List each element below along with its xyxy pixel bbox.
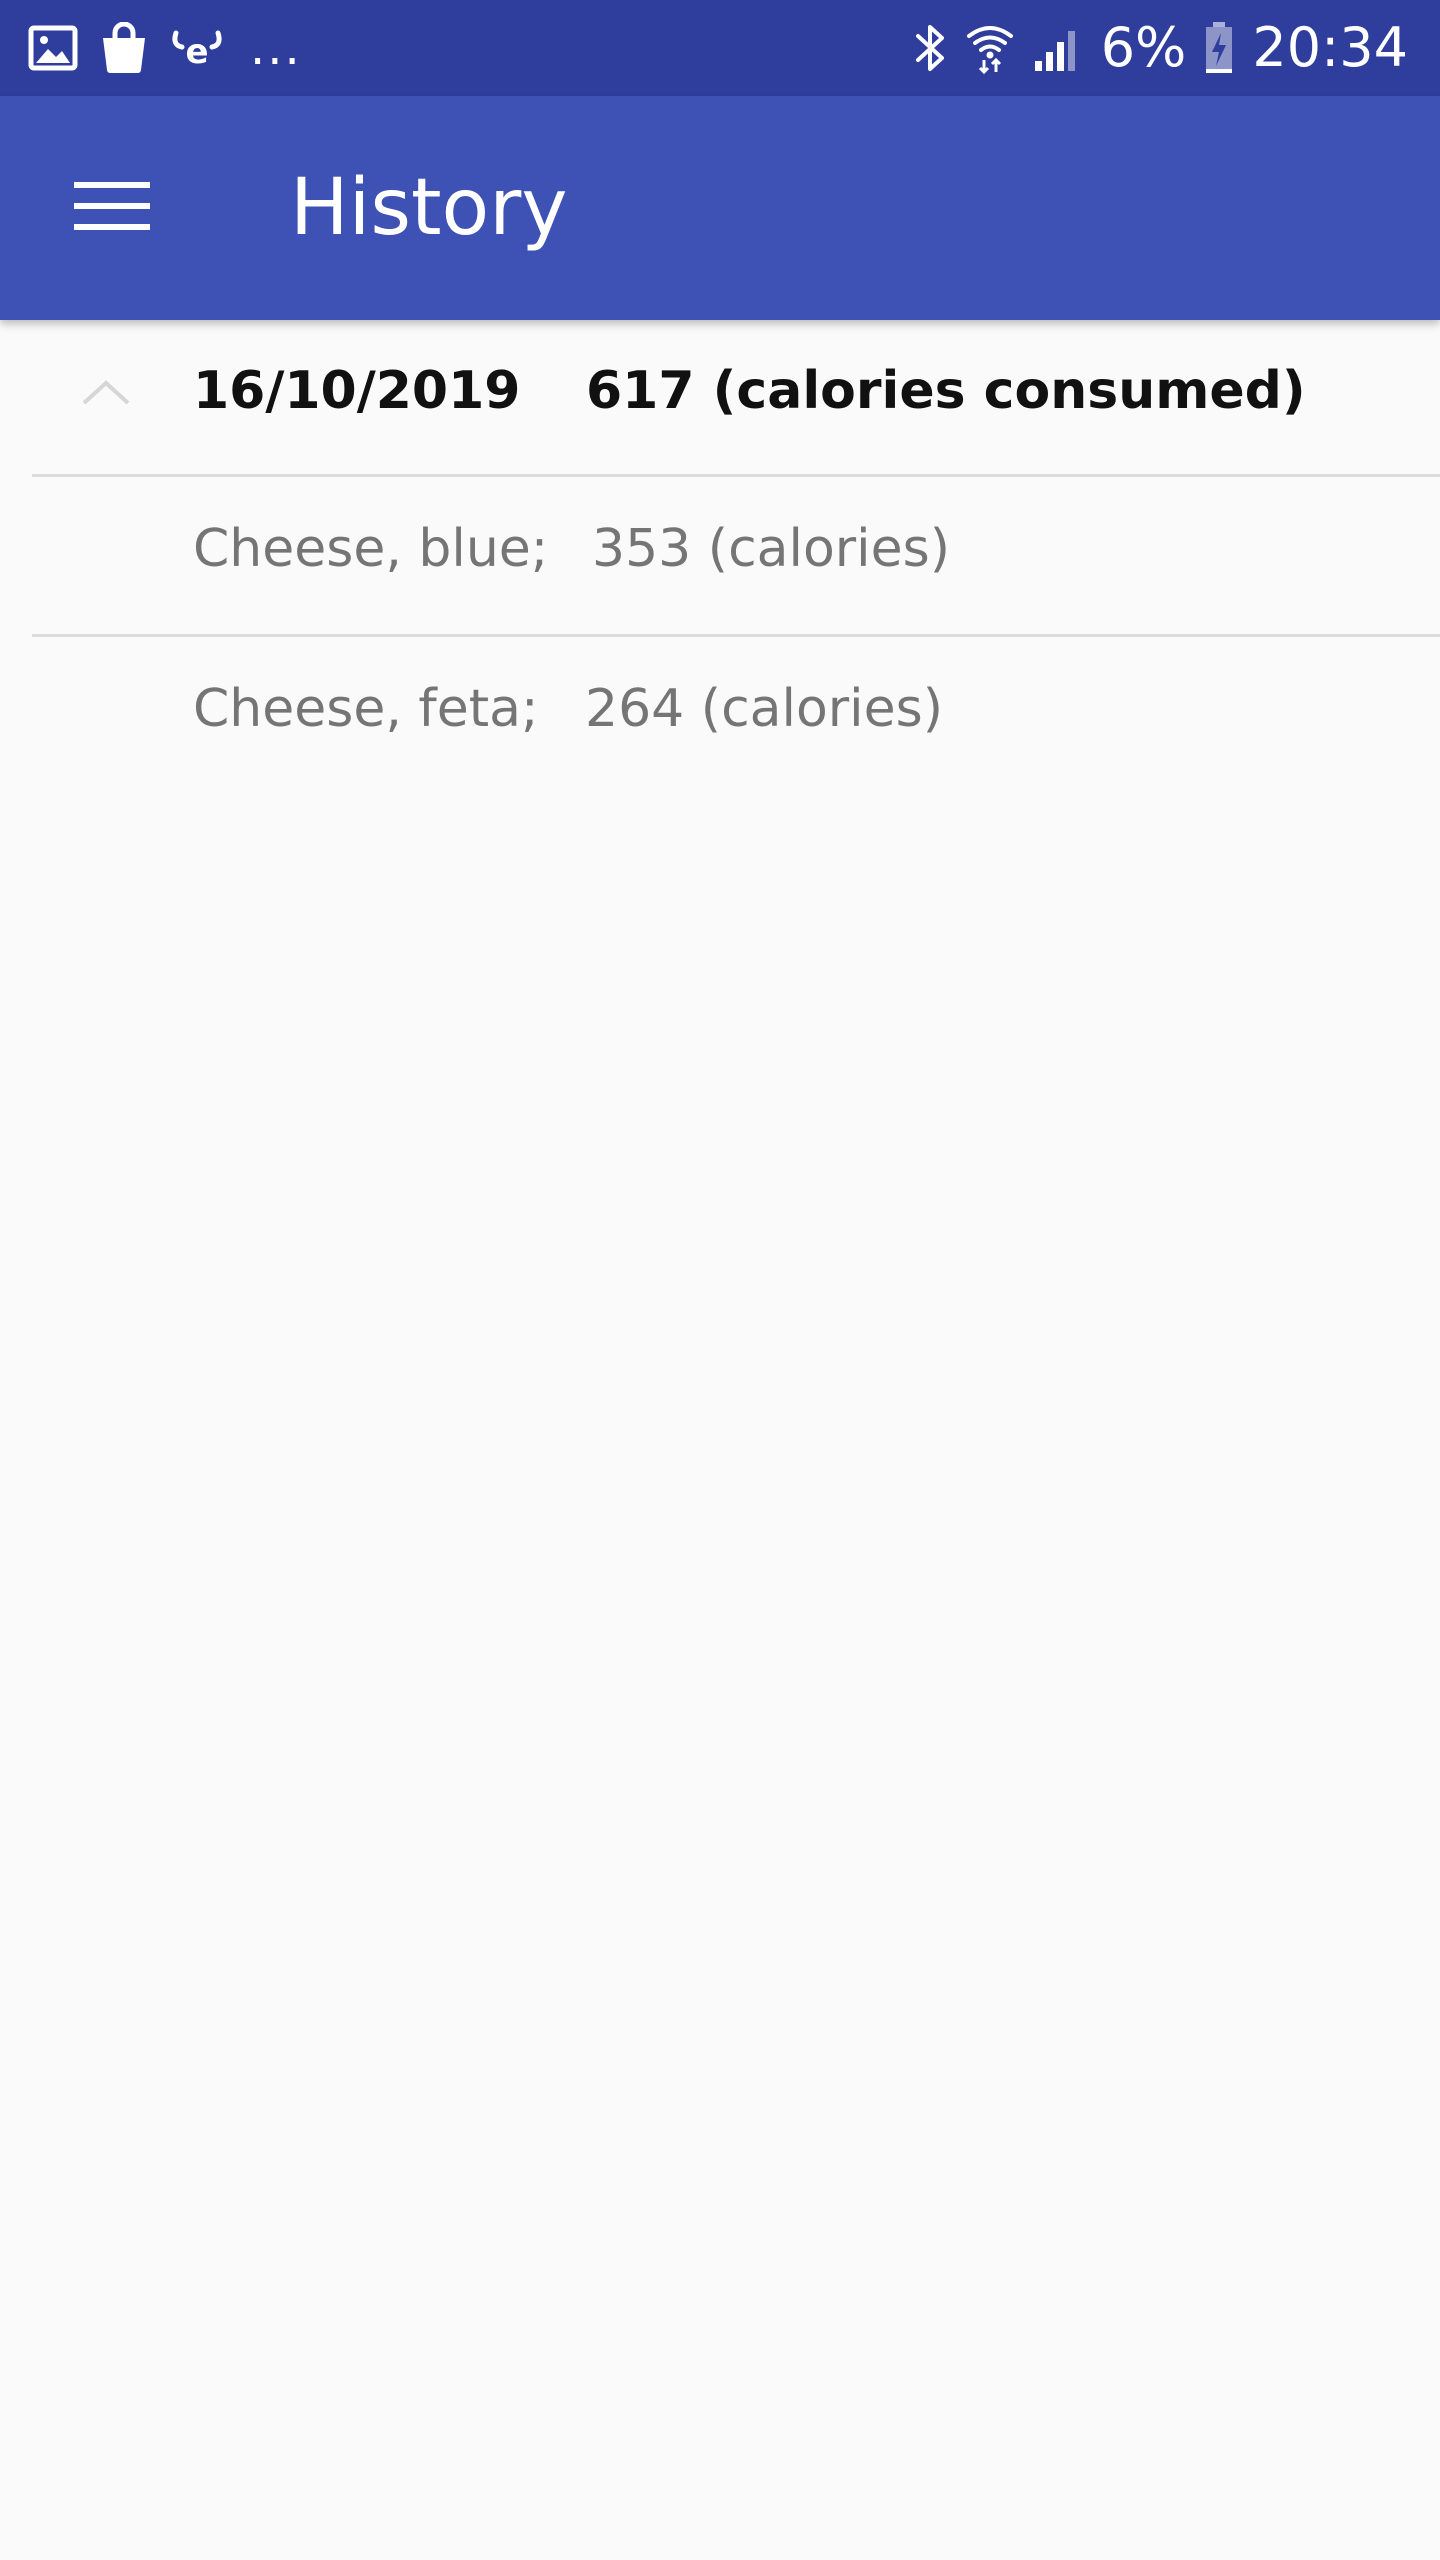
- history-item[interactable]: Cheese, blue; 353 (calories): [0, 478, 1440, 634]
- food-calories: 264 (calories): [585, 679, 943, 739]
- battery-charging-icon: [1204, 21, 1234, 75]
- notification-icons: e ...: [28, 20, 302, 76]
- divider: [32, 634, 1440, 637]
- hamburger-menu-icon: [74, 180, 150, 236]
- system-icons: 6% 20:34: [913, 14, 1408, 82]
- history-item[interactable]: Cheese, feta; 264 (calories): [0, 638, 1440, 794]
- bluetooth-icon: [913, 22, 947, 74]
- chevron-up-icon[interactable]: [78, 372, 134, 412]
- status-bar: e ... 6% 20:34: [0, 0, 1440, 96]
- gallery-icon: [28, 25, 78, 71]
- app-bar: History: [0, 96, 1440, 320]
- page-title: History: [290, 163, 568, 253]
- app-e-icon: e: [170, 23, 224, 73]
- shopping-bag-icon: [100, 22, 148, 74]
- history-date: 16/10/2019: [193, 361, 521, 421]
- history-group-header[interactable]: 16/10/2019 617 (calories consumed): [0, 320, 1440, 476]
- wifi-icon: [965, 22, 1015, 74]
- signal-icon: [1033, 23, 1083, 73]
- total-calories: 617 (calories consumed): [586, 361, 1306, 421]
- battery-percentage: 6%: [1100, 16, 1187, 79]
- navigation-menu-button[interactable]: [60, 156, 164, 260]
- divider: [32, 474, 1440, 477]
- food-calories: 353 (calories): [592, 519, 950, 579]
- food-name: Cheese, blue;: [193, 519, 549, 579]
- more-notifications-indicator: ...: [250, 20, 302, 76]
- food-name: Cheese, feta;: [193, 679, 539, 739]
- clock: 20:34: [1252, 16, 1408, 79]
- svg-text:e: e: [185, 32, 208, 72]
